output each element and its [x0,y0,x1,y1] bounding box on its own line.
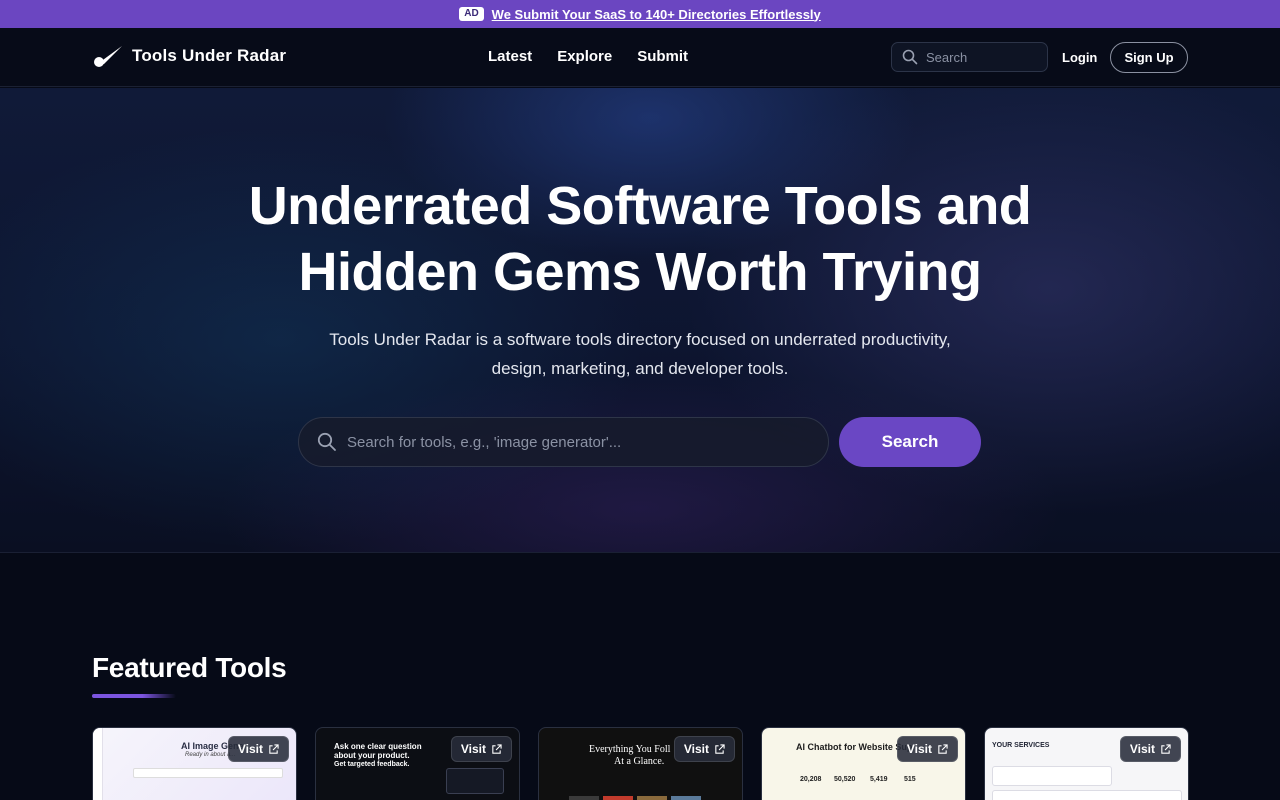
top-nav: Tools Under Radar Latest Explore Submit … [0,28,1280,87]
hero-subtitle-line2: design, marketing, and developer tools. [491,359,789,378]
visit-label: Visit [460,742,486,756]
hero-title-line1: Underrated Software Tools and [248,176,1032,236]
hero-title: Underrated Software Tools and Hidden Gem… [140,173,1140,305]
nav-search-input[interactable] [926,49,1036,65]
nav-submit[interactable]: Submit [637,48,688,65]
external-link-icon [1161,743,1171,754]
visit-button[interactable]: Visit [227,736,289,762]
visit-label: Visit [906,742,932,756]
card-stat: 515 [904,776,916,783]
search-icon [317,432,336,451]
card-sidebar [93,728,103,800]
card-thumb-panel [446,768,504,794]
hero-search-button[interactable]: Search [839,417,981,467]
brand-name: Tools Under Radar [132,46,287,65]
hero-search-box[interactable] [298,417,829,467]
card-stat: 20,208 [800,776,822,783]
card-thumb-tile [637,796,667,800]
tool-card[interactable]: Everything You Foll At a Glance. Visit [538,727,743,800]
external-link-icon [269,743,279,754]
search-icon [902,49,918,65]
card-thumb-title: AI Chatbot for Website Sup [796,742,913,752]
ad-link[interactable]: We Submit Your SaaS to 140+ Directories … [492,7,821,22]
visit-button[interactable]: Visit [450,736,512,762]
card-thumb-panel [992,766,1112,786]
visit-button[interactable]: Visit [1119,736,1181,762]
hero-search-input[interactable] [347,433,817,451]
featured-underline [92,694,176,698]
featured-cards: AI Image Gene Ready in about a... Visit … [92,727,1189,800]
card-thumb-input [133,768,283,778]
nav-links: Latest Explore Submit [488,48,688,65]
card-thumb-title: Ask one clear question about your produc… [334,742,422,760]
nav-search-box[interactable] [891,42,1048,72]
card-thumb-sub: At a Glance. [614,756,665,767]
logo[interactable]: Tools Under Radar [92,43,286,69]
tool-card[interactable]: YOUR SERVICES Visit [984,727,1189,800]
nav-latest[interactable]: Latest [488,48,532,65]
card-thumb-tile [671,796,701,800]
ad-badge: AD [459,7,484,21]
nav-explore[interactable]: Explore [557,48,612,65]
card-thumb-tile [603,796,633,800]
ad-banner: AD We Submit Your SaaS to 140+ Directori… [0,0,1280,28]
external-link-icon [492,743,502,754]
card-stat: 50,520 [834,776,856,783]
hero-section: Underrated Software Tools and Hidden Gem… [0,88,1280,553]
visit-label: Visit [237,742,263,756]
visit-label: Visit [1129,742,1155,756]
tool-card[interactable]: AI Image Gene Ready in about a... Visit [92,727,297,800]
card-thumb-tile [569,796,599,800]
hero-subtitle-line1: Tools Under Radar is a software tools di… [329,330,951,349]
login-link[interactable]: Login [1062,50,1097,65]
tool-card[interactable]: AI Chatbot for Website Sup 20,208 50,520… [761,727,966,800]
signup-button[interactable]: Sign Up [1110,42,1188,73]
hero-subtitle: Tools Under Radar is a software tools di… [290,325,990,383]
featured-tools-heading: Featured Tools [92,652,287,683]
card-thumb-panel [992,790,1182,800]
card-thumb-sub: Get targeted feedback. [334,761,410,768]
external-link-icon [715,743,725,754]
comet-icon [94,46,122,67]
hero-title-line2: Hidden Gems Worth Trying [298,242,982,302]
visit-label: Visit [683,742,709,756]
tool-card[interactable]: Ask one clear question about your produc… [315,727,520,800]
card-thumb-title: Everything You Foll [589,744,671,755]
card-stat: 5,419 [870,776,888,783]
visit-button[interactable]: Visit [896,736,958,762]
card-thumb-title: YOUR SERVICES [992,742,1050,749]
visit-button[interactable]: Visit [673,736,735,762]
external-link-icon [938,743,948,754]
